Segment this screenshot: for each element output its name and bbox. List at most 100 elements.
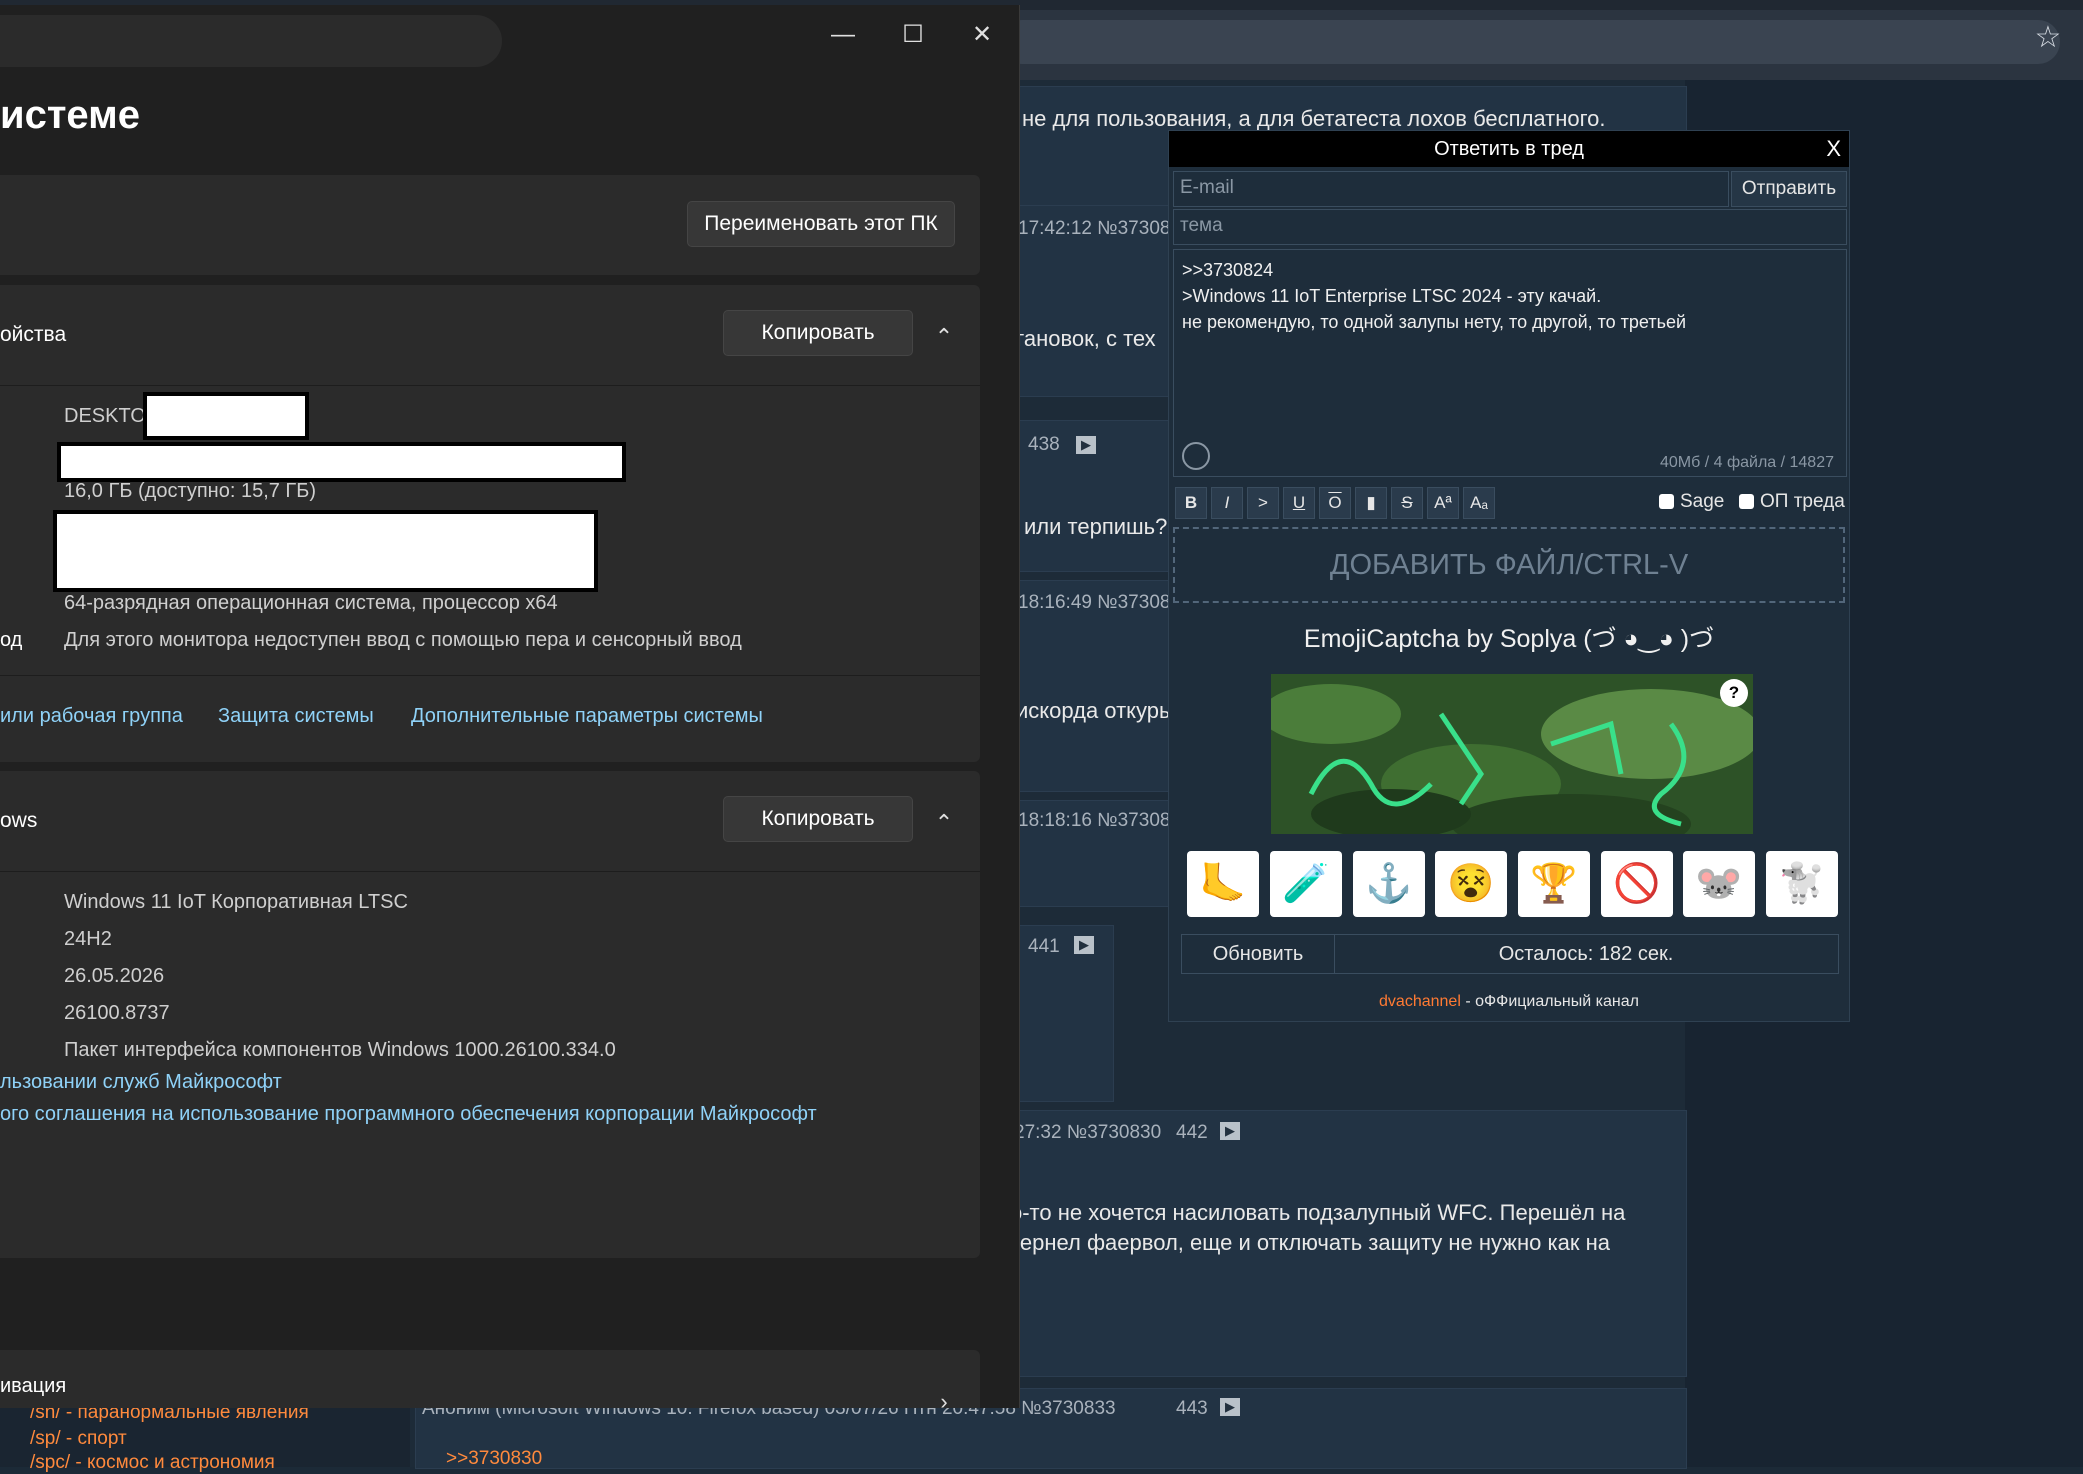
message-line: не рекомендую, то одной залупы нету, то … <box>1182 312 1687 332</box>
chevron-up-icon[interactable]: ⌃ <box>929 322 959 352</box>
divider <box>0 385 980 386</box>
op-checkbox[interactable]: ОП треда <box>1739 491 1845 513</box>
post-text: искорда откуры <box>1016 698 1175 723</box>
advanced-settings-link[interactable]: Дополнительные параметры системы <box>411 705 763 728</box>
post-reply-count: 441 <box>1028 936 1060 957</box>
post-reply-count: 442 <box>1176 1122 1208 1143</box>
captcha-controls: Обновить Осталось: 182 сек. <box>1181 934 1839 974</box>
message-line: >>3730824 <box>1182 260 1274 280</box>
address-bar[interactable] <box>1000 20 2060 64</box>
quote-button[interactable]: > <box>1247 487 1279 519</box>
subject-field[interactable]: тема <box>1173 209 1847 245</box>
board-link[interactable]: /spc/ - космос и астрономия <box>30 1452 275 1474</box>
post-text: не для пользования, а для бетатеста лохо… <box>1022 106 1606 131</box>
windows-specs-title: ows <box>0 809 38 832</box>
emoji-option-poodle[interactable]: 🐩 <box>1766 851 1838 917</box>
email-field[interactable]: E-mail <box>1173 171 1729 207</box>
star-icon[interactable]: ☆ <box>2030 20 2066 56</box>
sage-label: Sage <box>1680 491 1725 512</box>
system-protection-link[interactable]: Защита системы <box>218 705 374 728</box>
post-meta: 17:42:12 №37308 <box>1018 218 1171 239</box>
message-line: >Windows 11 IoT Enterprise LTSC 2024 - э… <box>1182 286 1602 306</box>
sage-checkbox[interactable]: Sage <box>1659 491 1724 513</box>
build-value: 26100.8737 <box>64 1002 170 1024</box>
op-label: ОП треда <box>1760 491 1845 512</box>
page-title: истеме <box>0 93 140 137</box>
subscript-button[interactable]: Aₐ <box>1463 487 1495 519</box>
redacted-ids <box>53 510 598 592</box>
file-dropzone[interactable]: ДОБАВИТЬ ФАЙЛ/CTRL-V <box>1173 527 1845 603</box>
play-icon[interactable]: ▶ <box>1214 1396 1240 1418</box>
install-date-value: 26.05.2026 <box>64 965 165 987</box>
redacted-processor <box>57 442 626 482</box>
chevron-up-icon[interactable]: ⌃ <box>929 808 959 838</box>
device-specs-title: ойства <box>0 323 67 346</box>
domain-workgroup-link[interactable]: или рабочая группа <box>0 705 183 728</box>
captcha-title: EmojiCaptcha by Soplya (づ ◕‿◕ )づ <box>1303 625 1715 653</box>
overline-button[interactable]: O <box>1319 487 1351 519</box>
post-text: тановок, с тех <box>1014 326 1156 351</box>
emoji-option-mouse[interactable]: 🐭 <box>1683 851 1755 917</box>
edition-value: Windows 11 IoT Корпоративная LTSC <box>64 891 408 913</box>
captcha-image <box>1271 674 1753 834</box>
captcha-help-button[interactable]: ? <box>1720 679 1748 707</box>
captcha-noise <box>1271 674 1753 834</box>
channel-link[interactable]: dvachannel <box>1379 993 1461 1010</box>
maximize-icon[interactable]: ☐ <box>893 15 933 55</box>
play-icon[interactable]: ▶ <box>1070 434 1096 456</box>
activation-card[interactable] <box>0 1350 980 1408</box>
copy-button[interactable]: Копировать <box>723 796 913 842</box>
reply-form-title: Ответить в тред <box>1169 131 1849 167</box>
system-type: 64-разрядная операционная система, проце… <box>64 592 558 614</box>
close-icon[interactable]: ✕ <box>962 15 1002 55</box>
superscript-button[interactable]: Aª <box>1427 487 1459 519</box>
minimize-icon[interactable]: — <box>823 15 863 55</box>
search-box[interactable] <box>0 15 502 67</box>
chevron-right-icon: › <box>940 1389 948 1408</box>
version-value: 24H2 <box>64 928 112 950</box>
upload-limit: 40Мб / 4 файла / 14827 <box>1659 454 1834 471</box>
spoiler-button[interactable]: ▮ <box>1355 487 1387 519</box>
settings-window: — ☐ ✕ истеме Переименовать этот ПК ойств… <box>0 5 1020 1408</box>
footer: dvachannel - оФФициальный канал <box>1169 993 1849 1011</box>
post-reply-count: 438 <box>1028 434 1060 455</box>
reply-form: Ответить в тред X E-mail Отправить тема … <box>1168 130 1850 1022</box>
emoji-option-test-tube[interactable]: 🧪 <box>1270 851 1342 917</box>
post-text: о-то не хочется насиловать подзалупный W… <box>1010 1200 1626 1225</box>
experience-value: Пакет интерфейса компонентов Windows 100… <box>64 1039 616 1061</box>
service-agreement-link[interactable]: льзовании служб Майкрософт <box>0 1071 282 1094</box>
bold-button[interactable]: B <box>1175 487 1207 519</box>
divider <box>0 675 980 676</box>
emoji-option-dizzy-face[interactable]: 😵 <box>1435 851 1507 917</box>
strike-button[interactable]: S <box>1391 487 1423 519</box>
underline-button[interactable]: U <box>1283 487 1315 519</box>
device-name: DESKTOI <box>64 405 152 427</box>
emoji-option-foot[interactable]: 🦶 <box>1187 851 1259 917</box>
pen-touch-label: од <box>0 629 23 651</box>
copy-button[interactable]: Копировать <box>723 310 913 356</box>
pen-touch-value: Для этого монитора недоступен ввод с пом… <box>64 629 742 651</box>
divider <box>0 871 980 872</box>
emoji-option-trophy[interactable]: 🏆 <box>1518 851 1590 917</box>
ram-value: 16,0 ГБ (доступно: 15,7 ГБ) <box>64 480 317 502</box>
captcha-timer: Осталось: 182 сек. <box>1498 943 1674 965</box>
play-icon[interactable]: ▶ <box>1214 1120 1240 1142</box>
post-meta: 18:16:49 №37308 <box>1018 592 1171 613</box>
footer-text: - оФФициальный канал <box>1460 993 1639 1010</box>
emoji-option-prohibited[interactable]: 🚫 <box>1601 851 1673 917</box>
board-link[interactable]: /sp/ - спорт <box>30 1428 127 1450</box>
activation-label: ивация <box>0 1375 67 1397</box>
close-icon[interactable]: X <box>1826 131 1841 167</box>
post-text: или терпишь? <box>1024 514 1168 539</box>
post-reply-count: 443 <box>1176 1398 1208 1419</box>
play-icon[interactable]: ▶ <box>1068 934 1094 956</box>
redacted-device-name <box>143 392 309 440</box>
message-textarea[interactable]: >>3730824 >Windows 11 IoT Enterprise LTS… <box>1173 249 1847 477</box>
license-terms-link[interactable]: ого соглашения на использование программ… <box>0 1103 817 1126</box>
refresh-button[interactable]: Обновить <box>1182 935 1335 973</box>
emoji-option-anchor[interactable]: ⚓ <box>1353 851 1425 917</box>
send-button[interactable]: Отправить <box>1731 171 1847 207</box>
italic-button[interactable]: I <box>1211 487 1243 519</box>
rename-pc-button[interactable]: Переименовать этот ПК <box>687 201 955 247</box>
post-text: кернел фаервол, еще и отключать защиту н… <box>1010 1230 1610 1255</box>
